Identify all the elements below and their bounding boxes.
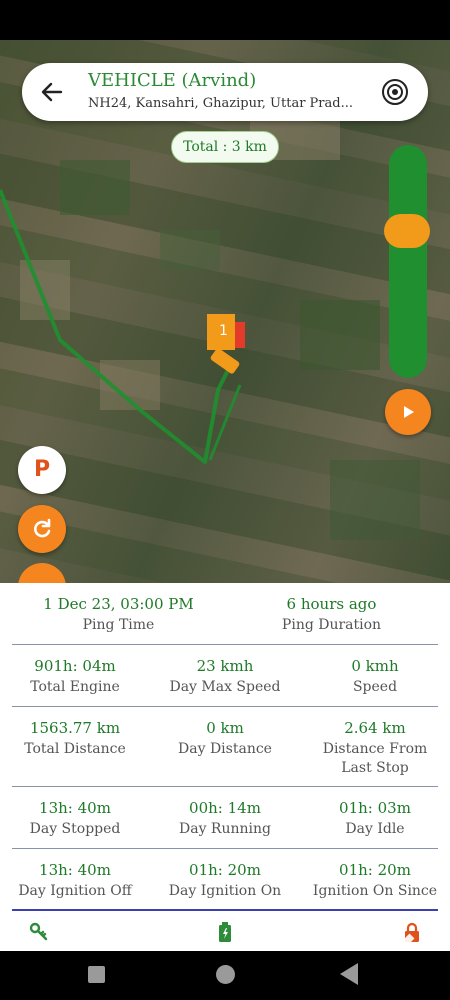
stat-label: Ignition On Since (312, 883, 438, 899)
playback-slider-handle[interactable] (384, 214, 430, 248)
stat-label: Ping Time (82, 617, 155, 633)
stat-label: Day Stopped (29, 821, 121, 837)
stats-row-distance: 1563.77 km Total Distance 0 km Day Dista… (12, 707, 438, 787)
stat-label: Day Ignition On (168, 883, 282, 899)
refresh-button[interactable] (18, 505, 66, 553)
marker-number: 1 (219, 323, 228, 339)
map-view[interactable]: 1 P (0, 40, 450, 583)
stat-label: Total Distance (24, 741, 126, 757)
stat-label: Distance From Last Stop (322, 741, 428, 776)
recents-button[interactable] (88, 966, 105, 983)
vehicle-header-card: VEHICLE (Arvind) NH24, Kansahri, Ghazipu… (22, 63, 428, 121)
back-arrow-icon (41, 82, 63, 102)
key-icon (28, 921, 50, 943)
map-route-layer (0, 100, 420, 540)
stats-row-ping: 1 Dec 23, 03:00 PM Ping Time 6 hours ago… (12, 583, 438, 645)
home-button[interactable] (216, 965, 235, 984)
stat-speed: 0 kmh Speed (312, 645, 438, 697)
stats-row-ignition: 13h: 40m Day Ignition Off 01h: 20m Day I… (12, 849, 438, 911)
status-bar (0, 0, 450, 40)
stats-row-engine: 901h: 04m Total Engine 23 kmh Day Max Sp… (12, 645, 438, 707)
stat-value: 13h: 40m (39, 861, 111, 879)
stat-value: 0 kmh (351, 657, 399, 675)
stats-row-activity: 13h: 40m Day Stopped 00h: 14m Day Runnin… (12, 787, 438, 849)
refresh-icon (34, 518, 51, 538)
stat-label: Speed (352, 679, 398, 695)
stat-day-running: 00h: 14m Day Running (138, 787, 312, 839)
stat-day-idle: 01h: 03m Day Idle (312, 787, 438, 839)
stat-value: 1 Dec 23, 03:00 PM (43, 595, 194, 613)
stat-value: 0 km (206, 719, 244, 737)
stat-ignition-on-since: 01h: 20m Ignition On Since (312, 849, 438, 901)
stat-total-distance: 1563.77 km Total Distance (12, 707, 138, 759)
stat-label: Day Running (179, 821, 271, 837)
parking-button[interactable]: P (18, 446, 66, 494)
stat-label: Day Distance (178, 741, 272, 757)
stat-value: 1563.77 km (29, 719, 121, 737)
stat-value: 13h: 40m (39, 799, 111, 817)
vehicle-address: NH24, Kansahri, Ghazipur, Uttar Prad... (88, 96, 353, 111)
stat-total-engine: 901h: 04m Total Engine (12, 645, 138, 697)
total-distance-pill: Total : 3 km (171, 131, 279, 163)
vehicle-title: VEHICLE (Arvind) (88, 70, 257, 91)
stat-label: Day Ignition Off (18, 883, 132, 899)
stat-label: Total Engine (30, 679, 120, 695)
vehicle-marker[interactable]: 1 (205, 314, 249, 386)
system-back-button[interactable] (340, 963, 358, 985)
stat-day-max-speed: 23 kmh Day Max Speed (138, 645, 312, 697)
stats-panel: 1 Dec 23, 03:00 PM Ping Time 6 hours ago… (0, 583, 450, 951)
stat-label: Day Idle (345, 821, 405, 837)
stat-value: 01h: 20m (339, 861, 411, 879)
back-button[interactable] (36, 76, 68, 108)
stat-value: 23 kmh (196, 657, 254, 675)
stat-day-ignition-off: 13h: 40m Day Ignition Off (12, 849, 138, 901)
stat-day-distance: 0 km Day Distance (138, 707, 312, 759)
stat-value: 901h: 04m (34, 657, 116, 675)
stat-day-stopped: 13h: 40m Day Stopped (12, 787, 138, 839)
playback-slider-track[interactable] (389, 145, 427, 378)
stat-ping-duration: 6 hours ago Ping Duration (225, 583, 438, 635)
play-icon (404, 406, 414, 418)
stat-value: 01h: 20m (189, 861, 261, 879)
stat-ping-time: 1 Dec 23, 03:00 PM Ping Time (12, 583, 225, 635)
stat-value: 01h: 03m (339, 799, 411, 817)
stat-day-ignition-on: 01h: 20m Day Ignition On (138, 849, 312, 901)
system-nav-bar (0, 951, 450, 1000)
stat-value: 2.64 km (344, 719, 406, 737)
locate-button[interactable] (378, 75, 412, 109)
stat-label: Day Max Speed (169, 679, 281, 695)
battery-icon (214, 921, 236, 943)
play-button[interactable] (385, 389, 431, 435)
stat-distance-from-last-stop: 2.64 km Distance From Last Stop (312, 707, 438, 778)
stat-label: Ping Duration (281, 617, 382, 633)
stat-value: 6 hours ago (286, 595, 377, 613)
target-icon (382, 79, 408, 105)
stat-value: 00h: 14m (189, 799, 261, 817)
